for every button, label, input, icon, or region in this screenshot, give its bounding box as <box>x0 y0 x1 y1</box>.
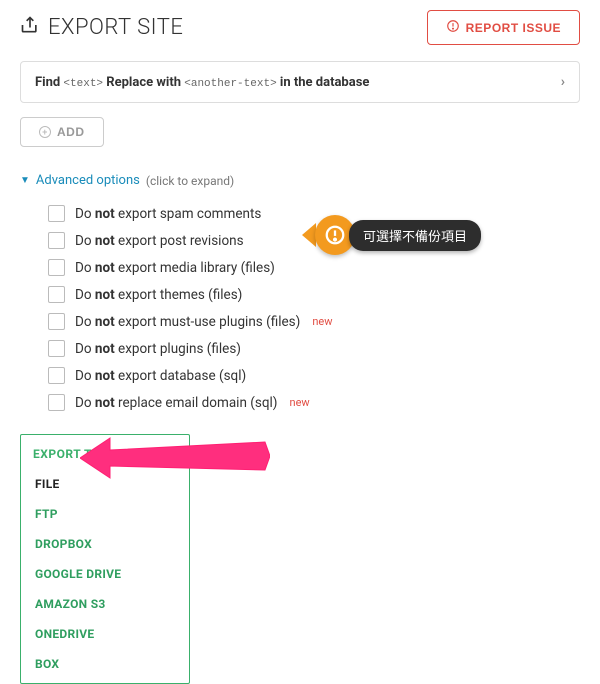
warning-icon <box>446 19 460 36</box>
find-replace-row[interactable]: Find <text> Replace with <another-text> … <box>20 61 580 103</box>
export-to-list: FILEFTPDROPBOXGOOGLE DRIVEAMAZON S3ONEDR… <box>21 469 189 679</box>
option-label: Do not export post revisions <box>75 233 244 249</box>
fr-suffix: in the database <box>280 75 370 90</box>
advanced-options-list: Do not export spam comments Do not export… <box>20 200 580 416</box>
advanced-options-toggle[interactable]: ▼ Advanced options (click to expand) <box>20 173 580 188</box>
option-label: Do not export database (sql) <box>75 368 246 384</box>
export-to-label: EXPORT TO <box>33 447 101 461</box>
export-option-ftp[interactable]: FTP <box>21 499 189 529</box>
advanced-hint: (click to expand) <box>146 174 234 188</box>
page-title-text: EXPORT SITE <box>48 15 183 40</box>
page-title: EXPORT SITE <box>20 15 183 41</box>
option-checkbox[interactable] <box>48 367 65 384</box>
advanced-label: Advanced options <box>36 173 140 188</box>
option-label: Do not export plugins (files) <box>75 341 241 357</box>
option-checkbox[interactable] <box>48 205 65 222</box>
fr-prefix: Find <box>35 75 60 90</box>
option-checkbox[interactable] <box>48 286 65 303</box>
export-option-google-drive[interactable]: GOOGLE DRIVE <box>21 559 189 589</box>
option-label: Do not export must-use plugins (files) <box>75 314 300 330</box>
option-checkbox[interactable] <box>48 232 65 249</box>
advanced-option: Do not export plugins (files) <box>48 335 580 362</box>
export-option-dropbox[interactable]: DROPBOX <box>21 529 189 559</box>
export-option-box[interactable]: BOX <box>21 649 189 679</box>
fr-tag2: <another-text> <box>184 78 276 90</box>
report-issue-button[interactable]: REPORT ISSUE <box>427 10 580 45</box>
chevron-right-icon: › <box>561 74 565 90</box>
find-replace-text: Find <text> Replace with <another-text> … <box>35 75 369 90</box>
new-badge: new <box>290 396 310 409</box>
option-checkbox[interactable] <box>48 313 65 330</box>
option-label: Do not export themes (files) <box>75 287 242 303</box>
export-option-amazon-s3[interactable]: AMAZON S3 <box>21 589 189 619</box>
advanced-option: Do not export media library (files) <box>48 254 580 281</box>
option-checkbox[interactable] <box>48 394 65 411</box>
option-label: Do not replace email domain (sql) <box>75 395 278 411</box>
header-row: EXPORT SITE REPORT ISSUE <box>20 10 580 45</box>
fr-tag1: <text> <box>63 78 103 90</box>
export-to-header[interactable]: EXPORT TO — <box>21 439 189 469</box>
advanced-option: Do not export must-use plugins (files) ne… <box>48 308 580 335</box>
annotation-callout: 可選擇不備份項目 <box>302 215 481 255</box>
advanced-option: Do not replace email domain (sql) new <box>48 389 580 416</box>
option-checkbox[interactable] <box>48 340 65 357</box>
callout-arrow-icon <box>302 223 316 247</box>
export-icon <box>20 15 40 41</box>
fr-mid: Replace with <box>106 75 181 90</box>
export-option-onedrive[interactable]: ONEDRIVE <box>21 619 189 649</box>
add-button[interactable]: + ADD <box>20 117 104 147</box>
advanced-option: Do not export database (sql) <box>48 362 580 389</box>
option-label: Do not export media library (files) <box>75 260 275 276</box>
export-to-dropdown: EXPORT TO — FILEFTPDROPBOXGOOGLE DRIVEAM… <box>20 434 190 684</box>
caret-down-icon: ▼ <box>20 175 30 186</box>
option-label: Do not export spam comments <box>75 206 261 222</box>
option-checkbox[interactable] <box>48 259 65 276</box>
exclamation-icon <box>324 224 346 246</box>
plus-icon: + <box>39 126 51 138</box>
report-issue-label: REPORT ISSUE <box>466 21 561 35</box>
export-option-file[interactable]: FILE <box>21 469 189 499</box>
callout-text: 可選擇不備份項目 <box>349 220 481 251</box>
new-badge: new <box>312 315 332 328</box>
advanced-option: Do not export themes (files) <box>48 281 580 308</box>
collapse-icon: — <box>164 449 177 459</box>
add-button-label: ADD <box>57 125 85 139</box>
